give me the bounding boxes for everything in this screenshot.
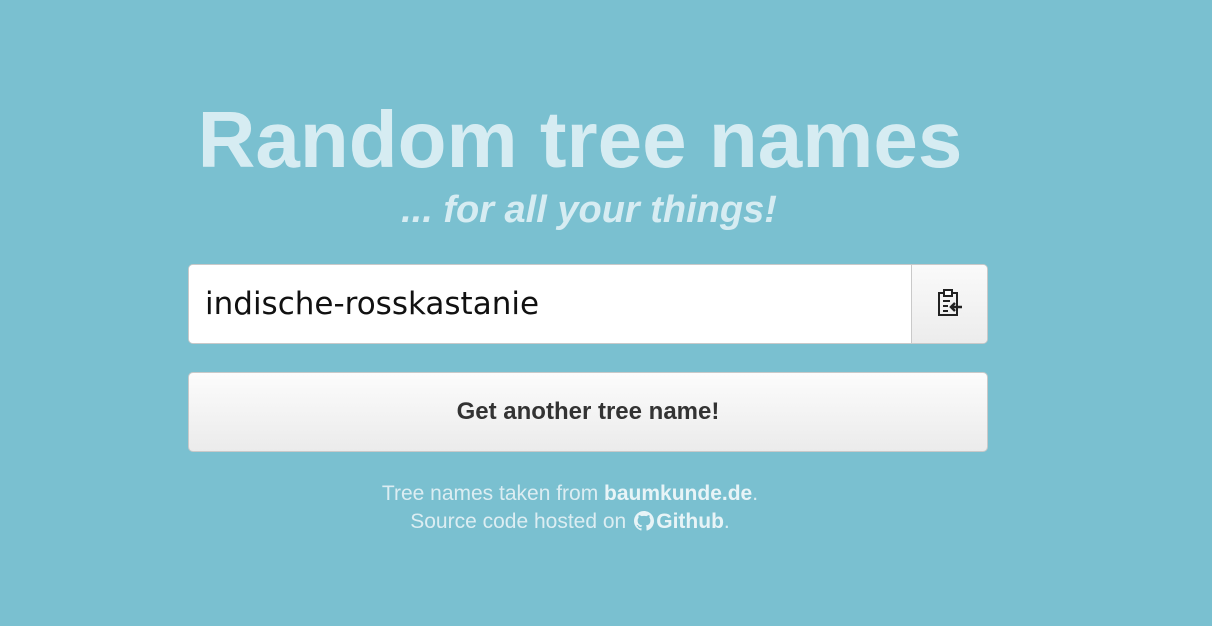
github-link[interactable]: Github <box>656 510 724 533</box>
footer-line-github: Source code hosted on Github. <box>0 508 1140 539</box>
page: Random tree names ... for all your thing… <box>0 0 1212 626</box>
footer-line-source: Tree names taken from baumkunde.de. <box>0 480 1140 508</box>
tree-name-group <box>188 264 988 344</box>
get-another-button[interactable]: Get another tree name! <box>188 372 988 452</box>
footer-period-2: . <box>723 510 730 533</box>
clipboard-icon <box>937 288 963 320</box>
tree-name-input[interactable] <box>189 265 911 343</box>
footer: Tree names taken from baumkunde.de. Sour… <box>0 480 1140 539</box>
footer-period: . <box>752 482 759 505</box>
page-title: Random tree names <box>197 95 963 184</box>
github-icon <box>634 511 655 539</box>
footer-github-text: Source code hosted on <box>410 510 627 533</box>
copy-button[interactable] <box>911 265 987 343</box>
baumkunde-link[interactable]: baumkunde.de <box>604 482 752 505</box>
page-subtitle: ... for all your things! <box>401 189 777 231</box>
footer-source-text: Tree names taken from <box>381 482 605 505</box>
